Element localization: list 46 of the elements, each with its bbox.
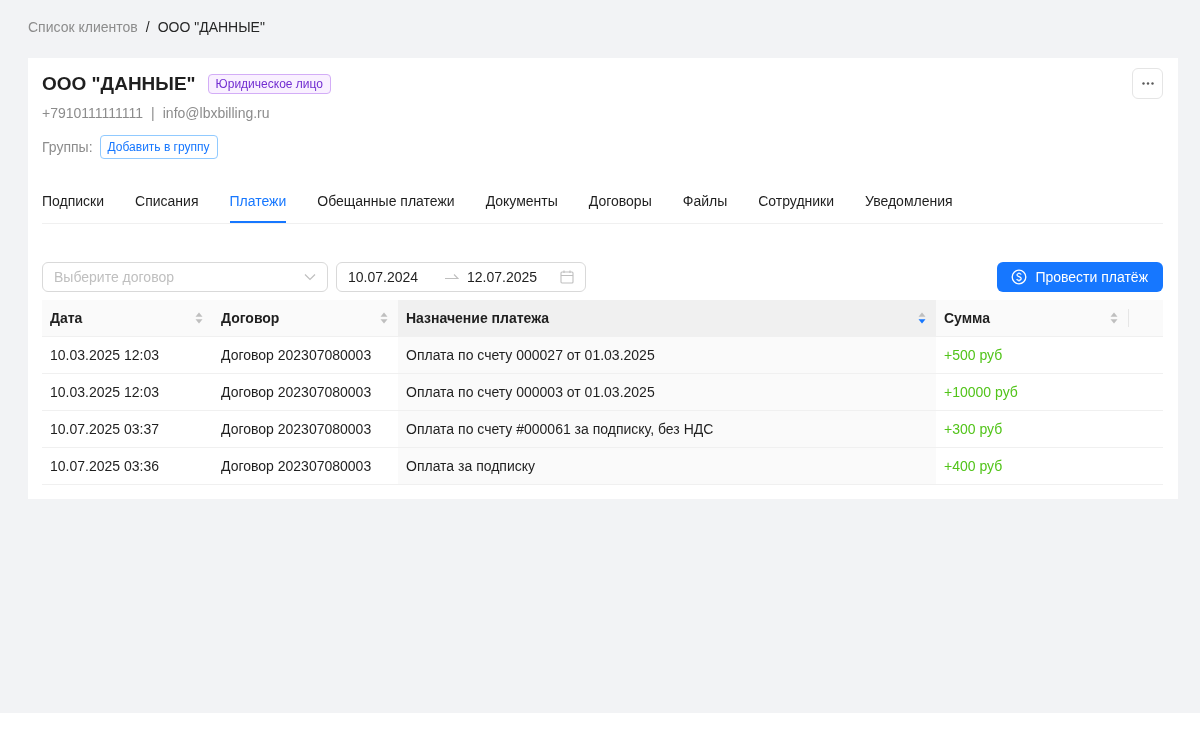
amount-cell: +400 руб [944,458,1003,474]
tab[interactable]: Договоры [588,179,652,223]
table-cell: Оплата по счету 000027 от 01.03.2025 [406,347,655,363]
add-group-button[interactable]: Добавить в группу [99,135,218,159]
tab[interactable]: Сотрудники [758,179,835,223]
make-payment-button[interactable]: Провести платёж [997,262,1163,292]
table-cell: Договор 202307080003 [221,421,372,437]
table-cell: Оплата по счету 000003 от 01.03.2025 [406,384,655,400]
contact-email[interactable]: info@lbxbilling.ru [162,103,270,123]
chevron-down-icon [304,271,316,283]
client-name: ООО "ДАННЫЕ" [42,72,196,96]
tab[interactable]: Документы [485,179,558,223]
table-cell: Договор 202307080003 [221,384,372,400]
column-header[interactable]: Договор [213,300,398,337]
calendar-icon [560,270,574,284]
tab[interactable]: Платежи [229,179,287,223]
table-cell: 10.03.2025 12:03 [50,384,159,400]
table-cell: 10.03.2025 12:03 [50,347,159,363]
table-cell: Оплата по счету #000061 за подписку, без НДС [406,421,714,437]
tab[interactable]: Обещанные платежи [317,179,455,223]
contact-phone: +7910111111111 [42,104,144,123]
tab[interactable]: Уведомления [865,179,953,223]
more-button[interactable] [1132,68,1163,99]
amount-cell: +500 руб [944,347,1003,363]
tab[interactable]: Файлы [682,179,728,223]
column-header[interactable]: Сумма [936,300,1128,337]
groups-label: Группы: [42,138,93,157]
column-header[interactable]: Назначение платежа [398,300,936,337]
breadcrumb-separator: / [145,18,150,37]
contact-separator: | [151,104,155,123]
start-date-input[interactable]: 10.07.2024 [348,267,437,287]
table-cell: Оплата за подписку [406,458,536,474]
table-cell: Договор 202307080003 [221,458,372,474]
end-date-input[interactable]: 12.07.2025 [467,267,556,287]
more-icon [1141,82,1154,85]
type-badge: Юридическое лицо [207,74,331,94]
amount-cell: +300 руб [944,421,1003,437]
table-cell: 10.07.2025 03:36 [50,458,159,474]
column-header[interactable]: Дата [42,300,213,337]
breadcrumb-current: ООО "ДАННЫЕ" [157,18,265,37]
tab[interactable]: Подписки [42,179,105,223]
amount-cell: +10000 руб [944,384,1018,400]
tab[interactable]: Списания [135,179,199,223]
dollar-coin-icon [1011,269,1028,285]
table-cell: 10.07.2025 03:37 [50,421,159,437]
table-cell: Договор 202307080003 [221,347,372,363]
